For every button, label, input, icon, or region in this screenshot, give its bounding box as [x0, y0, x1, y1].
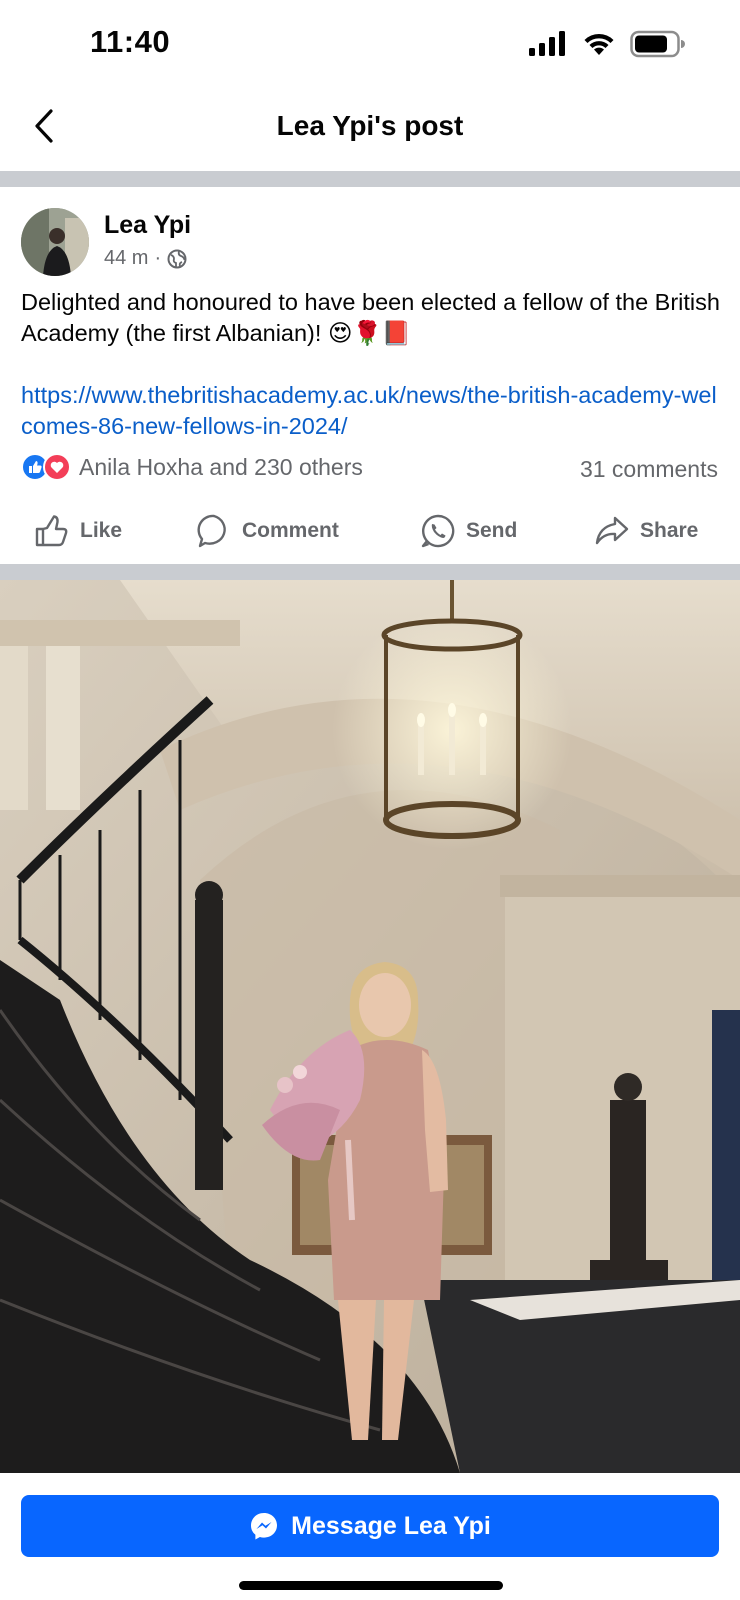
like-label: Like [80, 519, 123, 542]
reactions-text: Anila Hoxha and 230 others [79, 453, 363, 480]
wifi-icon [584, 33, 614, 55]
divider [0, 171, 740, 187]
message-button[interactable]: Message Lea Ypi [21, 1495, 719, 1557]
cellular-signal-icon [529, 31, 565, 56]
avatar-image [21, 208, 89, 276]
post-actions: Like Comment Send Share [0, 508, 740, 556]
whatsapp-icon [421, 514, 455, 548]
bottom-bar: Message Lea Ypi [0, 1473, 740, 1600]
comment-button[interactable]: Comment [196, 508, 339, 554]
post-link[interactable]: https://www.thebritishacademy.ac.uk/news… [21, 380, 721, 442]
author-name[interactable]: Lea Ypi [104, 211, 191, 240]
battery-icon [630, 30, 685, 58]
post-time: 44 m [104, 247, 149, 269]
like-button[interactable]: Like [34, 508, 122, 554]
status-bar: 11:40 [0, 0, 740, 88]
meta-separator: · [154, 247, 162, 269]
message-button-label: Message Lea Ypi [291, 1511, 491, 1540]
comment-label: Comment [242, 519, 339, 542]
share-button[interactable]: Share [594, 508, 698, 554]
globe-icon [167, 249, 187, 268]
send-label: Send [466, 519, 518, 542]
messenger-icon [251, 1513, 278, 1540]
post-meta: 44 m · [104, 247, 187, 270]
page-title: Lea Ypi's post [276, 110, 464, 141]
post-photo-image [0, 580, 740, 1473]
home-indicator[interactable] [239, 1581, 503, 1590]
post-header-bar: Lea Ypi's post [0, 88, 740, 170]
reactions-summary[interactable]: Anila Hoxha and 230 others [21, 453, 363, 481]
avatar[interactable] [21, 208, 89, 276]
share-label: Share [640, 519, 699, 542]
divider [0, 564, 740, 580]
post-photo[interactable] [0, 580, 740, 1473]
status-time: 11:40 [90, 24, 171, 59]
status-icons [528, 28, 686, 60]
love-reaction-icon [43, 453, 71, 481]
share-arrow-icon [595, 516, 629, 545]
thumbs-up-icon [35, 515, 68, 547]
comments-count[interactable]: 31 comments [580, 456, 718, 483]
comment-icon [197, 514, 226, 548]
post-text: Delighted and honoured to have been elec… [21, 289, 720, 346]
send-button[interactable]: Send [420, 508, 517, 554]
